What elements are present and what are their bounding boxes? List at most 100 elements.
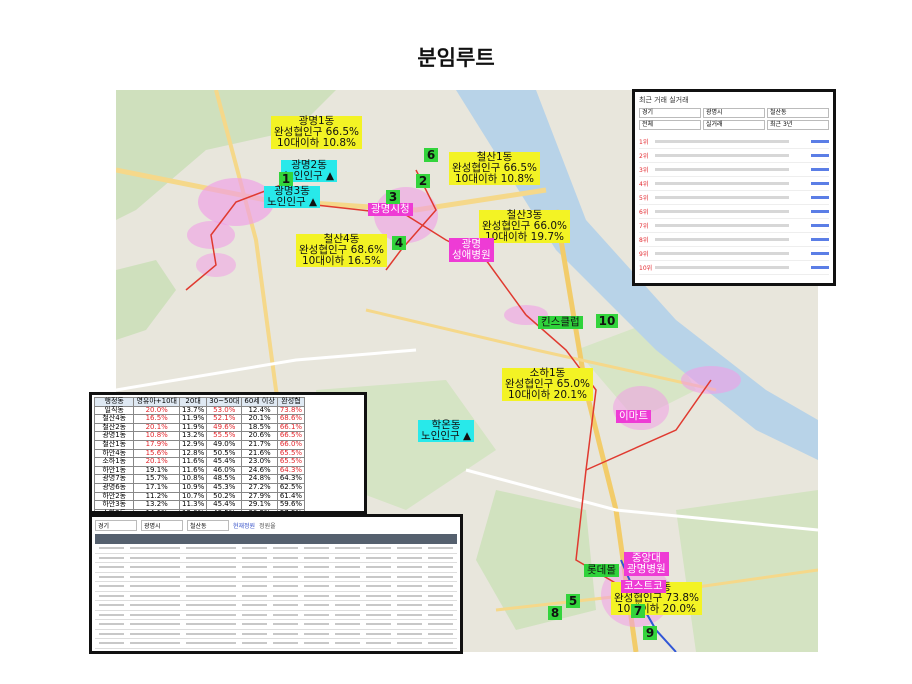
table-cell-placeholder xyxy=(130,623,180,626)
panel-list-item[interactable]: 10위 xyxy=(639,261,829,275)
table-cell-placeholder xyxy=(428,604,453,607)
route-number-9[interactable]: 9 xyxy=(643,626,657,640)
table-cell-placeholder xyxy=(335,594,360,597)
panel-list-item[interactable]: 2위 xyxy=(639,149,829,163)
panel-list-item[interactable]: 7위 xyxy=(639,219,829,233)
panel-list-rank: 6위 xyxy=(639,209,649,216)
table-cell-placeholder xyxy=(130,575,180,578)
table-row: 철산4동 16.5% 11.9% 52.1% 20.1% 68.6% xyxy=(93,414,306,424)
table-cell-placeholder xyxy=(428,575,453,578)
panel-filter[interactable]: 실거래 xyxy=(703,120,765,130)
label-costco: 코스트코 xyxy=(621,580,666,593)
table-row xyxy=(95,592,457,601)
table-row xyxy=(95,573,457,582)
route-number-4[interactable]: 4 xyxy=(392,236,406,250)
table-cell-placeholder xyxy=(397,566,422,569)
table-cell: 11.9% xyxy=(178,414,208,424)
table-cell-placeholder xyxy=(186,547,236,550)
panel-filter[interactable]: 광명시 xyxy=(703,108,765,118)
panel-list-bar xyxy=(655,266,789,269)
table-cell-placeholder xyxy=(366,652,391,654)
route-number-5[interactable]: 5 xyxy=(566,594,580,608)
table-cell-placeholder xyxy=(397,632,422,635)
stats-table-header: 행정동 xyxy=(93,397,135,407)
facility-table-body xyxy=(95,544,457,654)
table-cell-placeholder xyxy=(397,585,422,588)
table-cell-placeholder xyxy=(99,547,124,550)
facility-filter[interactable]: 광명시 xyxy=(141,520,183,531)
table-cell-placeholder xyxy=(99,594,124,597)
page-title: 분임루트 xyxy=(417,46,495,70)
table-cell-placeholder xyxy=(428,594,453,597)
panel-list-bar xyxy=(655,168,789,171)
panel-list-item[interactable]: 4위 xyxy=(639,177,829,191)
route-number-1[interactable]: 1 xyxy=(279,172,293,186)
panel-list-item[interactable]: 5위 xyxy=(639,191,829,205)
table-cell-placeholder xyxy=(273,632,298,635)
panel-list-rank: 10위 xyxy=(639,265,653,272)
table-cell-placeholder xyxy=(428,623,453,626)
table-cell-placeholder xyxy=(304,585,329,588)
table-row: 하안3동 13.2% 11.3% 45.4% 29.1% 59.6% xyxy=(93,500,306,510)
table-cell: 철산1동 xyxy=(93,439,135,450)
route-number-6[interactable]: 6 xyxy=(424,148,438,162)
stats-table-header: 완성협 xyxy=(276,397,306,407)
route-number-2[interactable]: 2 xyxy=(416,174,430,188)
table-cell-placeholder xyxy=(273,613,298,616)
panel-list-value xyxy=(811,238,829,241)
stats-table-header: 영유아+10대 xyxy=(133,397,180,407)
panel-list-item[interactable]: 8위 xyxy=(639,233,829,247)
panel-header: 최근 거래 실거래 xyxy=(639,96,689,104)
panel-list-value xyxy=(811,210,829,213)
panel-filter[interactable]: 최근 3년 xyxy=(767,120,829,130)
route-number-10[interactable]: 10 xyxy=(596,314,618,328)
table-cell: 11.3% xyxy=(178,500,208,510)
facility-filter[interactable]: 경기 xyxy=(95,520,137,531)
table-cell-placeholder xyxy=(186,585,236,588)
panel-list-bar xyxy=(655,252,789,255)
panel-list-bar xyxy=(655,140,789,143)
label-city-hall: 광명시청 xyxy=(368,203,413,216)
table-cell-placeholder xyxy=(186,632,236,635)
table-cell-placeholder xyxy=(130,547,180,550)
panel-filter[interactable]: 전체 xyxy=(639,120,701,130)
table-cell: 68.6% xyxy=(276,414,306,424)
panel-filter[interactable]: 경기 xyxy=(639,108,701,118)
panel-filter[interactable]: 철산동 xyxy=(767,108,829,118)
table-cell-placeholder xyxy=(273,623,298,626)
table-cell-placeholder xyxy=(99,632,124,635)
panel-list-rank: 3위 xyxy=(639,167,649,174)
facility-filter[interactable]: 철산동 xyxy=(187,520,229,531)
table-cell-placeholder xyxy=(335,585,360,588)
table-cell: 52.1% xyxy=(206,414,243,424)
panel-list-rank: 1위 xyxy=(639,139,649,146)
facility-table-panel: 경기 광명시 철산동 현재정원 정원율 xyxy=(89,514,463,654)
table-cell-placeholder xyxy=(397,547,422,550)
table-cell-placeholder xyxy=(242,652,267,654)
table-cell-placeholder xyxy=(99,585,124,588)
table-cell-placeholder xyxy=(304,556,329,559)
table-cell-placeholder xyxy=(273,556,298,559)
panel-list-item[interactable]: 6위 xyxy=(639,205,829,219)
route-number-3[interactable]: 3 xyxy=(386,190,400,204)
table-cell-placeholder xyxy=(273,566,298,569)
table-cell-placeholder xyxy=(428,585,453,588)
table-cell: 철산4동 xyxy=(93,414,135,424)
table-cell-placeholder xyxy=(242,623,267,626)
route-number-7[interactable]: 7 xyxy=(631,604,645,618)
panel-list-item[interactable]: 9위 xyxy=(639,247,829,261)
panel-list-item[interactable]: 1위 xyxy=(639,135,829,149)
table-cell: 광명6동 xyxy=(93,482,135,493)
table-cell-placeholder xyxy=(397,642,422,645)
stats-table-header: 60세 이상 xyxy=(241,397,278,407)
table-cell-placeholder xyxy=(242,604,267,607)
table-cell-placeholder xyxy=(335,547,360,550)
table-cell-placeholder xyxy=(242,594,267,597)
route-number-8[interactable]: 8 xyxy=(548,606,562,620)
table-cell-placeholder xyxy=(304,547,329,550)
table-cell: 45.4% xyxy=(206,457,243,467)
table-cell: 10.9% xyxy=(178,482,208,493)
panel-list-item[interactable]: 3위 xyxy=(639,163,829,177)
table-cell: 29.1% xyxy=(241,500,278,510)
table-cell-placeholder xyxy=(186,613,236,616)
